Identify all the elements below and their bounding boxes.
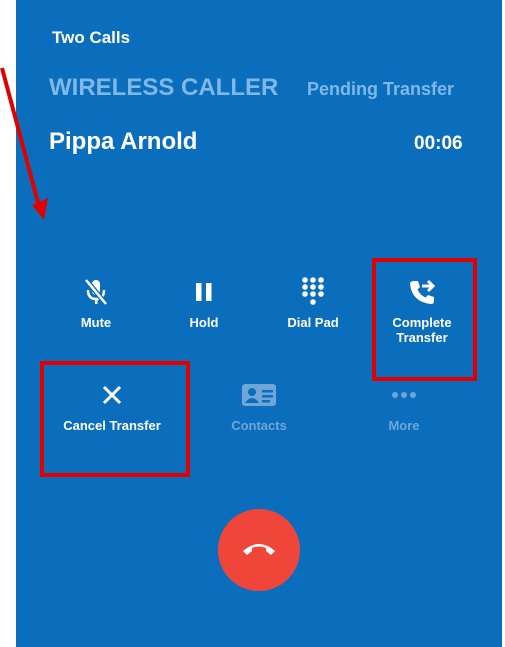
mic-off-icon <box>41 275 151 309</box>
dial-pad-label: Dial Pad <box>287 315 339 330</box>
hang-up-button[interactable] <box>218 509 300 591</box>
annotation-arrow <box>0 67 48 220</box>
mute-label: Mute <box>80 315 112 330</box>
dialpad-icon <box>258 275 368 309</box>
more-button[interactable]: More <box>349 378 459 433</box>
highlight-cancel-transfer <box>40 361 190 477</box>
hold-button[interactable]: Hold <box>149 275 259 330</box>
caller-label: WIRELESS CALLER <box>49 74 279 101</box>
dial-pad-button[interactable]: Dial Pad <box>258 275 368 330</box>
calls-count: Two Calls <box>52 28 131 47</box>
mute-button[interactable]: Mute <box>41 275 151 330</box>
more-dots-icon <box>349 378 459 412</box>
highlight-complete-transfer <box>372 258 477 381</box>
transfer-status: Pending Transfer <box>307 79 455 99</box>
contact-card-icon <box>204 378 314 412</box>
contacts-button[interactable]: Contacts <box>204 378 314 433</box>
hold-label: Hold <box>189 315 219 330</box>
caller-name: Pippa Arnold <box>49 128 198 155</box>
more-label: More <box>388 418 420 433</box>
contacts-label: Contacts <box>231 418 287 433</box>
pause-icon <box>149 275 259 309</box>
hang-up-icon <box>241 539 277 562</box>
call-timer: 00:06 <box>414 133 463 154</box>
